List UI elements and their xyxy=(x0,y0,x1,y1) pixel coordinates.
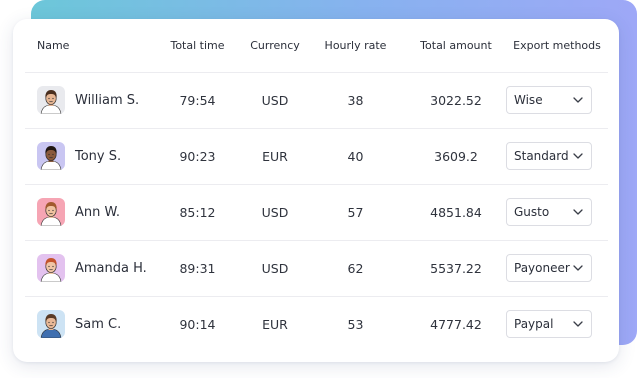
total-time-cell: 79:54 xyxy=(150,72,245,129)
header-total-amount: Total amount xyxy=(406,19,506,73)
hourly-rate-cell: 57 xyxy=(305,184,406,241)
header-export-methods: Export methods xyxy=(506,19,608,73)
name-cell: Sam C. xyxy=(25,296,150,352)
export-method-select[interactable]: Payoneer xyxy=(506,254,592,282)
currency-cell: USD xyxy=(245,184,305,241)
currency-cell: EUR xyxy=(262,316,288,332)
table-row: William S. 79:54 USD 38 3022.52 Wise xyxy=(25,72,608,129)
avatar xyxy=(37,86,65,114)
table-body: William S. 79:54 USD 38 3022.52 Wise Ton… xyxy=(25,72,608,352)
chevron-down-icon xyxy=(573,97,583,103)
header-currency: Currency xyxy=(245,19,305,73)
header-total-time: Total time xyxy=(150,19,245,73)
chevron-down-icon xyxy=(573,153,583,159)
export-method-cell: Wise xyxy=(506,72,608,129)
person: Tony S. xyxy=(37,142,150,170)
person: Ann W. xyxy=(37,198,150,226)
total-amount-cell: 4777.42 xyxy=(430,316,482,332)
export-method-value: Paypal xyxy=(514,317,554,332)
name-cell: Amanda H. xyxy=(25,240,150,297)
total-time-cell: 90:14 xyxy=(179,316,216,332)
table-header: Name Total time Currency Hourly rate Tot… xyxy=(25,19,608,73)
hourly-rate-cell: 53 xyxy=(347,316,364,332)
table-row: Sam C. 90:14 EUR 53 4777.42 Paypal xyxy=(25,296,608,352)
table-row: Ann W. 85:12 USD 57 4851.84 Gusto xyxy=(25,184,608,241)
stage: Name Total time Currency Hourly rate Tot… xyxy=(0,0,637,378)
hourly-rate-cell: 62 xyxy=(305,240,406,297)
name-cell: Ann W. xyxy=(25,184,150,241)
timesheet-card: Name Total time Currency Hourly rate Tot… xyxy=(13,19,619,362)
table-row: Amanda H. 89:31 USD 62 5537.22 Payoneer xyxy=(25,240,608,297)
person: William S. xyxy=(37,86,150,114)
currency-cell: USD xyxy=(245,72,305,129)
export-method-value: Payoneer xyxy=(514,261,570,275)
total-amount-cell: 5537.22 xyxy=(406,240,506,297)
person-name: William S. xyxy=(75,92,140,108)
export-method-cell: Gusto xyxy=(506,184,608,241)
total-amount-cell: 3609.2 xyxy=(406,128,506,185)
export-method-cell: Standard xyxy=(506,128,608,185)
currency-cell: USD xyxy=(245,240,305,297)
avatar xyxy=(37,254,65,282)
hourly-rate-cell: 38 xyxy=(305,72,406,129)
person-name: Tony S. xyxy=(75,148,122,164)
export-method-cell: Paypal xyxy=(506,296,608,352)
header-row: Name Total time Currency Hourly rate Tot… xyxy=(25,19,608,73)
header-hourly-rate: Hourly rate xyxy=(305,19,406,73)
person: Amanda H. xyxy=(37,254,150,282)
chevron-down-icon xyxy=(573,209,583,215)
name-cell: William S. xyxy=(25,72,150,129)
export-method-value: Standard xyxy=(514,149,569,163)
total-time-cell: 90:23 xyxy=(150,128,245,185)
person: Sam C. xyxy=(37,310,150,339)
total-amount-cell: 3022.52 xyxy=(406,72,506,129)
person-name: Ann W. xyxy=(75,204,120,220)
header-name: Name xyxy=(25,19,150,73)
export-method-value: Gusto xyxy=(514,205,550,219)
total-amount-cell: 4851.84 xyxy=(406,184,506,241)
total-time-cell: 85:12 xyxy=(150,184,245,241)
total-time-cell: 89:31 xyxy=(150,240,245,297)
export-method-select[interactable]: Wise xyxy=(506,86,592,114)
currency-cell: EUR xyxy=(245,128,305,185)
table-row: Tony S. 90:23 EUR 40 3609.2 Standard xyxy=(25,128,608,185)
export-method-select[interactable]: Paypal xyxy=(506,310,592,339)
chevron-down-icon xyxy=(573,265,583,271)
hourly-rate-cell: 40 xyxy=(305,128,406,185)
person-name: Sam C. xyxy=(75,316,122,332)
export-method-cell: Payoneer xyxy=(506,240,608,297)
name-cell: Tony S. xyxy=(25,128,150,185)
avatar xyxy=(37,310,65,339)
avatar xyxy=(37,142,65,170)
chevron-down-icon xyxy=(573,321,583,327)
avatar xyxy=(37,198,65,226)
export-method-value: Wise xyxy=(514,93,543,107)
timesheet-table: Name Total time Currency Hourly rate Tot… xyxy=(25,19,608,352)
export-method-select[interactable]: Gusto xyxy=(506,198,592,226)
export-method-select[interactable]: Standard xyxy=(506,142,592,170)
person-name: Amanda H. xyxy=(75,260,147,276)
